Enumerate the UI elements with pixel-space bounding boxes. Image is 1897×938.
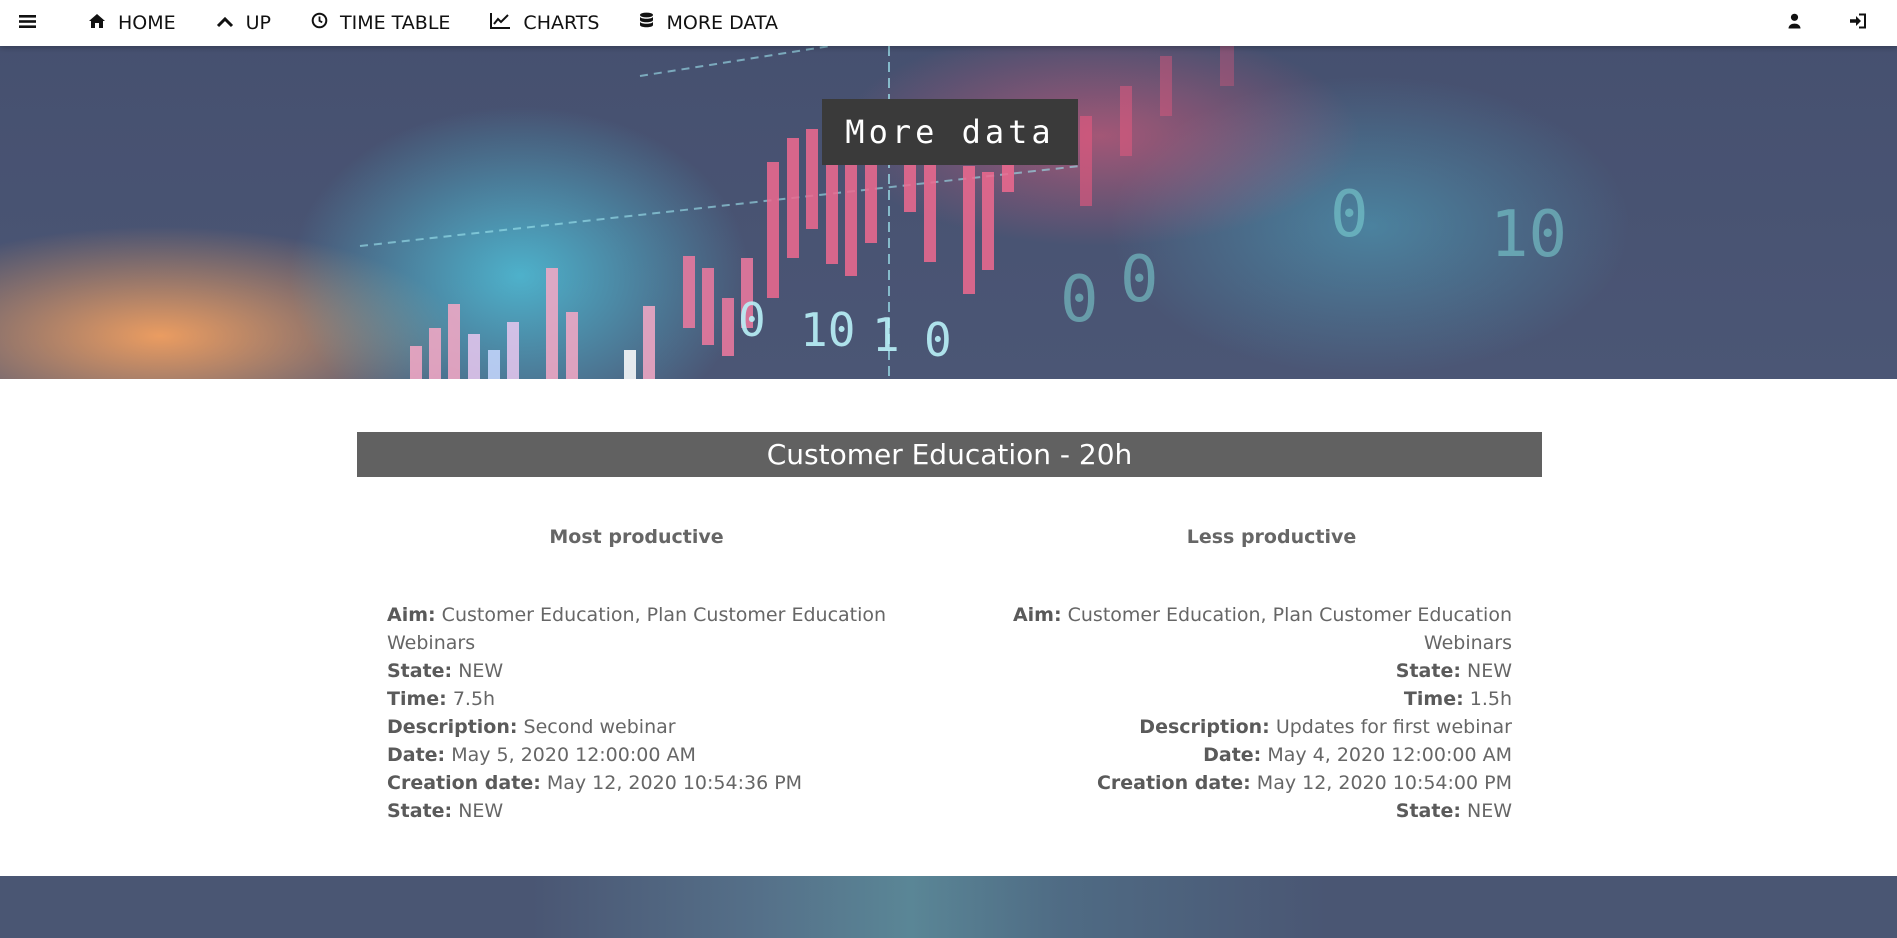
chevron-up-icon xyxy=(216,12,246,34)
field-row: Time: 7.5h xyxy=(387,685,892,713)
field-row: State: NEW xyxy=(387,657,892,685)
sign-in-icon xyxy=(1849,12,1879,34)
user-icon xyxy=(1788,12,1813,34)
field-value: Updates for first webinar xyxy=(1275,716,1512,738)
field-row: State: NEW xyxy=(1007,797,1512,825)
field-label: Aim: xyxy=(1012,604,1062,626)
menu-icon xyxy=(19,12,48,34)
hero-digit: 0 xyxy=(738,293,766,347)
field-value: May 5, 2020 12:00:00 AM xyxy=(451,744,696,766)
hero-digit: 10 xyxy=(800,303,855,357)
field-value: NEW xyxy=(458,660,504,682)
field-row: Date: May 4, 2020 12:00:00 AM xyxy=(1007,741,1512,769)
line-chart-icon xyxy=(490,12,523,34)
nav-timetable[interactable]: TIME TABLE xyxy=(291,0,470,46)
clock-icon xyxy=(311,12,340,34)
field-row: Date: May 5, 2020 12:00:00 AM xyxy=(387,741,892,769)
field-value: Customer Education, Plan Customer Educat… xyxy=(1067,604,1512,654)
nav-charts[interactable]: CHARTS xyxy=(470,0,619,46)
nav-home-label: HOME xyxy=(118,12,176,34)
field-value: NEW xyxy=(1466,800,1512,822)
field-label: State: xyxy=(387,800,453,822)
field-value: May 4, 2020 12:00:00 AM xyxy=(1267,744,1512,766)
hero-digit: 1 xyxy=(872,308,900,362)
field-row: Aim: Customer Education, Plan Customer E… xyxy=(1007,601,1512,657)
field-label: Date: xyxy=(1203,744,1262,766)
field-value: Customer Education, Plan Customer Educat… xyxy=(387,604,887,654)
menu-button[interactable] xyxy=(0,0,68,46)
field-value: NEW xyxy=(458,800,504,822)
field-value: Second webinar xyxy=(523,716,676,738)
user-button[interactable] xyxy=(1770,0,1831,46)
field-label: Creation date: xyxy=(1096,772,1251,794)
field-value: NEW xyxy=(1466,660,1512,682)
most-productive-heading: Most productive xyxy=(549,526,724,548)
topbar-right-actions xyxy=(1770,0,1897,46)
hero-digit: 0 xyxy=(924,313,952,367)
less-productive-heading: Less productive xyxy=(1186,526,1357,548)
field-value: 1.5h xyxy=(1469,688,1512,710)
nav-timetable-label: TIME TABLE xyxy=(340,12,451,34)
top-navbar: HOME UP TIME TABLE CHARTS MORE DATA xyxy=(0,0,1897,46)
field-value: May 12, 2020 10:54:36 PM xyxy=(546,772,803,794)
field-label: Time: xyxy=(1403,688,1464,710)
field-value: 7.5h xyxy=(452,688,496,710)
nav-charts-label: CHARTS xyxy=(523,12,600,34)
nav-up-label: UP xyxy=(245,12,272,34)
field-label: Date: xyxy=(387,744,446,766)
home-icon xyxy=(88,12,118,34)
field-label: Aim: xyxy=(387,604,436,626)
field-label: State: xyxy=(387,660,453,682)
field-label: State: xyxy=(1395,800,1461,822)
database-icon xyxy=(639,12,666,35)
field-row: State: NEW xyxy=(387,797,892,825)
field-label: State: xyxy=(1395,660,1461,682)
field-row: Time: 1.5h xyxy=(1007,685,1512,713)
hero-digit: 0 xyxy=(1330,178,1369,252)
field-label: Description: xyxy=(387,716,518,738)
field-row: Aim: Customer Education, Plan Customer E… xyxy=(387,601,892,657)
nav-up[interactable]: UP xyxy=(196,0,291,46)
field-row: Creation date: May 12, 2020 10:54:36 PM xyxy=(387,769,892,797)
field-row: Creation date: May 12, 2020 10:54:00 PM xyxy=(1007,769,1512,797)
field-label: Time: xyxy=(387,688,447,710)
sign-in-button[interactable] xyxy=(1831,0,1897,46)
field-value: May 12, 2020 10:54:00 PM xyxy=(1256,772,1512,794)
nav-more-data[interactable]: MORE DATA xyxy=(619,0,798,46)
section-title: Customer Education - 20h xyxy=(357,432,1542,477)
footer-banner xyxy=(0,876,1897,938)
field-row: Description: Updates for first webinar xyxy=(1007,713,1512,741)
hero-digit: 0 xyxy=(1060,263,1099,337)
hero-digit: 0 xyxy=(1120,243,1159,317)
hero-banner: 0 10 1 0 0 0 10 0 More data xyxy=(0,46,1897,379)
less-productive-panel: Less productive Aim: Customer Education,… xyxy=(1007,520,1512,825)
hero-title: More data xyxy=(822,99,1078,165)
most-productive-panel: Most productive Aim: Customer Education,… xyxy=(387,520,892,825)
field-label: Description: xyxy=(1139,716,1270,738)
hero-digit: 10 xyxy=(1490,198,1567,272)
field-row: State: NEW xyxy=(1007,657,1512,685)
hero-background-image: 0 10 1 0 0 0 10 0 xyxy=(0,46,1897,379)
nav-home[interactable]: HOME xyxy=(68,0,196,46)
field-row: Description: Second webinar xyxy=(387,713,892,741)
nav-more-data-label: MORE DATA xyxy=(666,12,779,34)
field-label: Creation date: xyxy=(387,772,541,794)
